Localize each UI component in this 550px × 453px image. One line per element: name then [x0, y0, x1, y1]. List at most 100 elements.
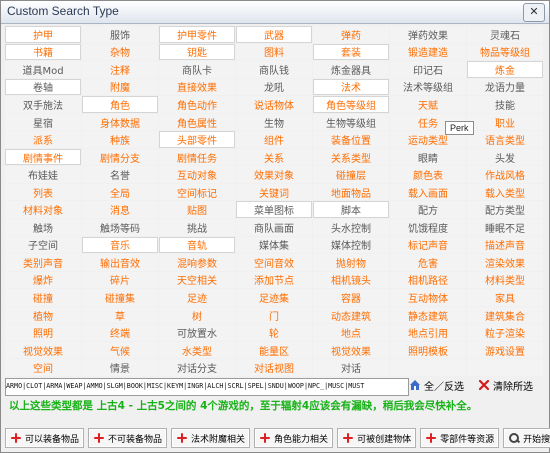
- type-cell[interactable]: 足迹集: [236, 289, 312, 306]
- type-cell[interactable]: 职业: [467, 113, 543, 131]
- type-cell[interactable]: 护甲零件: [159, 26, 235, 43]
- type-cell[interactable]: 互动物体: [390, 289, 466, 306]
- type-cell[interactable]: 类别声音: [5, 254, 81, 271]
- type-cell[interactable]: 抛射物: [313, 254, 389, 271]
- type-cell[interactable]: 能量区: [236, 341, 312, 359]
- start-search-button[interactable]: 开始搜索: [503, 428, 550, 448]
- footer-button-component-resources[interactable]: 零部件等资源: [420, 428, 500, 448]
- type-cell[interactable]: 弹药: [313, 26, 389, 43]
- footer-button-character-ability[interactable]: 角色能力相关: [254, 428, 334, 448]
- type-cell[interactable]: 对话分支: [159, 359, 235, 376]
- type-cell[interactable]: 碰撞: [5, 289, 81, 306]
- type-cell[interactable]: 关键词: [236, 183, 312, 201]
- type-cell[interactable]: 菜单图标: [236, 201, 312, 219]
- type-cell[interactable]: 关系类型: [313, 148, 389, 166]
- type-cell[interactable]: 建筑集合: [467, 306, 543, 324]
- type-cell[interactable]: 音轨: [159, 236, 235, 254]
- type-cell[interactable]: 布娃娃: [5, 166, 81, 183]
- type-cell[interactable]: 组件: [236, 131, 312, 148]
- type-cell[interactable]: 混响参数: [159, 254, 235, 271]
- type-cell[interactable]: 双手施法: [5, 96, 81, 113]
- type-cell[interactable]: 头部零件: [159, 131, 235, 148]
- type-cell[interactable]: 灵魂石: [467, 26, 543, 43]
- type-cell[interactable]: 天空相关: [159, 271, 235, 289]
- type-cell[interactable]: [390, 359, 466, 376]
- type-cell[interactable]: 技能: [467, 96, 543, 113]
- type-cell[interactable]: 钥匙: [159, 43, 235, 61]
- type-cell[interactable]: 武器: [236, 26, 312, 43]
- type-cell[interactable]: 生物: [236, 113, 312, 131]
- type-cell[interactable]: 植物: [5, 306, 81, 324]
- type-cell[interactable]: 贴图: [159, 201, 235, 219]
- type-cell[interactable]: 草: [82, 306, 158, 324]
- type-cell[interactable]: 游戏设置: [467, 341, 543, 359]
- type-cell[interactable]: 互动对象: [159, 166, 235, 183]
- type-cell[interactable]: 媒体集: [236, 236, 312, 254]
- type-cell[interactable]: 脚本: [313, 201, 389, 219]
- type-cell[interactable]: 载入类型: [467, 183, 543, 201]
- type-cell[interactable]: 剧情事件: [5, 148, 81, 166]
- type-cell[interactable]: 地点引用: [390, 324, 466, 341]
- type-cell[interactable]: 添加节点: [236, 271, 312, 289]
- type-cell[interactable]: 饥饿程度: [390, 219, 466, 236]
- type-cell[interactable]: 说话物体: [236, 96, 312, 113]
- window-close-button[interactable]: ✕: [523, 3, 545, 22]
- type-cell[interactable]: 名誉: [82, 166, 158, 183]
- type-cell[interactable]: 配方: [390, 201, 466, 219]
- type-cell[interactable]: 空间: [5, 359, 81, 376]
- type-cell[interactable]: 静态建筑: [390, 306, 466, 324]
- type-code-bar[interactable]: ARMO|CLOT|ARMA|WEAP|AMMO|SLGM|BOOK|MISC|…: [5, 378, 409, 396]
- type-cell[interactable]: 注释: [82, 61, 158, 78]
- type-cell[interactable]: 触场: [5, 219, 81, 236]
- clear-selection-control[interactable]: 清除所选: [478, 377, 533, 393]
- type-cell[interactable]: 地点: [313, 324, 389, 341]
- type-cell[interactable]: 粒子渲染: [467, 324, 543, 341]
- type-cell[interactable]: 对话视图: [236, 359, 312, 376]
- type-cell[interactable]: 法术等级组: [390, 78, 466, 96]
- type-cell[interactable]: 杂物: [82, 43, 158, 61]
- type-cell[interactable]: 输出音效: [82, 254, 158, 271]
- type-cell[interactable]: 关系: [236, 148, 312, 166]
- type-cell[interactable]: 描述声音: [467, 236, 543, 254]
- type-cell[interactable]: 角色属性: [159, 113, 235, 131]
- type-cell[interactable]: 图料: [236, 43, 312, 61]
- type-cell[interactable]: 物品等级组: [467, 43, 543, 61]
- type-cell[interactable]: 照明模板: [390, 341, 466, 359]
- type-cell[interactable]: 角色: [82, 96, 158, 113]
- type-cell[interactable]: 炼金: [467, 61, 543, 78]
- type-cell[interactable]: 作战风格: [467, 166, 543, 183]
- type-cell[interactable]: 眼睛: [390, 148, 466, 166]
- type-cell[interactable]: 服饰: [82, 26, 158, 43]
- type-cell[interactable]: 对话: [313, 359, 389, 376]
- type-cell[interactable]: 标记声音: [390, 236, 466, 254]
- type-cell[interactable]: 直接效果: [159, 78, 235, 96]
- type-cell[interactable]: 配方类型: [467, 201, 543, 219]
- type-cell[interactable]: 法术: [313, 78, 389, 96]
- type-cell[interactable]: 载入画面: [390, 183, 466, 201]
- type-cell[interactable]: 终端: [82, 324, 158, 341]
- type-cell[interactable]: 商队钱: [236, 61, 312, 78]
- type-cell[interactable]: 消息: [82, 201, 158, 219]
- type-cell[interactable]: 天赋: [390, 96, 466, 113]
- type-cell[interactable]: 动态建筑: [313, 306, 389, 324]
- type-cell[interactable]: 材料对象: [5, 201, 81, 219]
- type-cell[interactable]: 媒体控制: [313, 236, 389, 254]
- type-cell[interactable]: 种族: [82, 131, 158, 148]
- type-cell[interactable]: 空间音效: [236, 254, 312, 271]
- type-cell[interactable]: 龙吼: [236, 78, 312, 96]
- type-cell[interactable]: 触场等码: [82, 219, 158, 236]
- type-cell[interactable]: 全局: [82, 183, 158, 201]
- type-cell[interactable]: 炼金器具: [313, 61, 389, 78]
- type-cell[interactable]: 气候: [82, 341, 158, 359]
- type-cell[interactable]: 附魔: [82, 78, 158, 96]
- type-cell[interactable]: 门: [236, 306, 312, 324]
- type-cell[interactable]: 套装: [313, 43, 389, 61]
- footer-button-creatable-objects[interactable]: 可被创建物体: [337, 428, 417, 448]
- type-cell[interactable]: 情景: [82, 359, 158, 376]
- type-cell[interactable]: 空间标记: [159, 183, 235, 201]
- type-cell[interactable]: 家具: [467, 289, 543, 306]
- type-cell[interactable]: 材料类型: [467, 271, 543, 289]
- type-cell[interactable]: 爆炸: [5, 271, 81, 289]
- type-cell[interactable]: 商队卡: [159, 61, 235, 78]
- footer-button-equip-items[interactable]: 可以装备物品: [5, 428, 85, 448]
